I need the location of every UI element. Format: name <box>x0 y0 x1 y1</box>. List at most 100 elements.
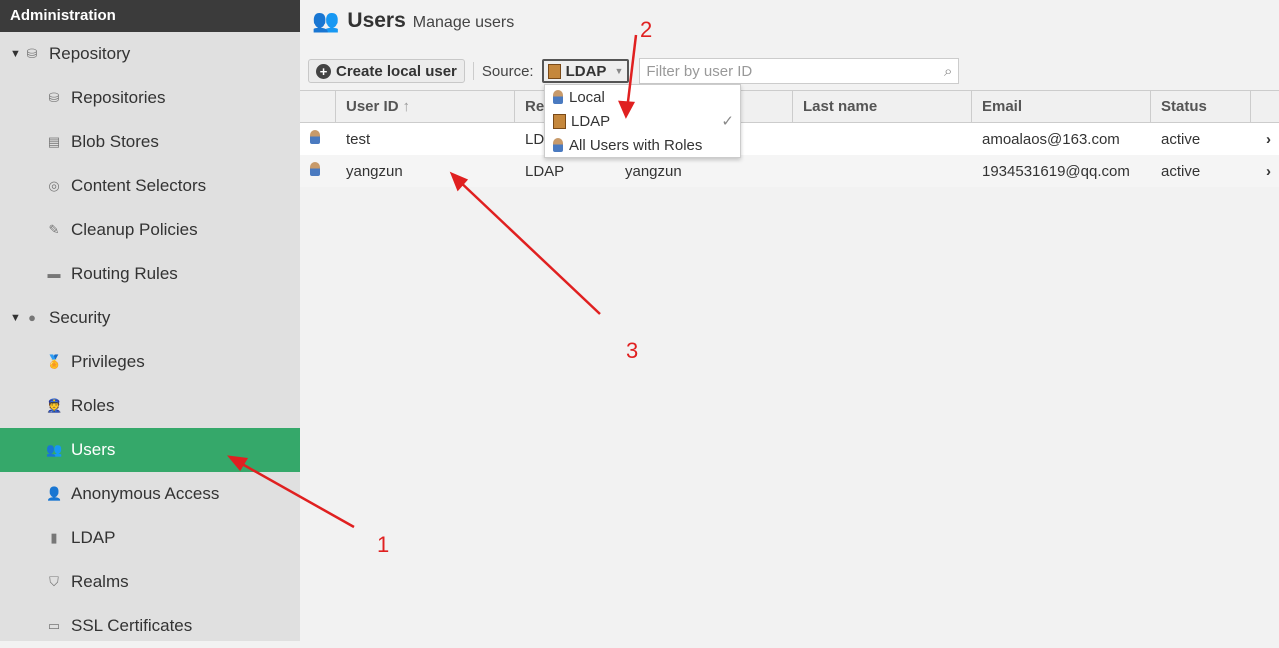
col-status[interactable]: Status <box>1151 91 1251 122</box>
address-book-icon <box>553 113 566 129</box>
security-cap-icon: ● <box>28 310 36 325</box>
sidebar-item-label: Repositories <box>71 88 166 107</box>
source-option-all-users[interactable]: All Users with Roles <box>545 133 740 157</box>
expand-triangle-icon[interactable]: ▼ <box>10 48 24 60</box>
person-icon: 👤 <box>46 486 63 501</box>
col-email[interactable]: Email <box>972 91 1151 122</box>
chevron-right-icon[interactable]: › <box>1251 131 1279 148</box>
toolbar: + Create local user Source: LDAP ▼ Filte… <box>308 58 960 84</box>
sidebar-item-privileges[interactable]: 🏅 Privileges <box>0 340 300 384</box>
source-label: Source: <box>481 62 534 80</box>
sidebar-item-label: Routing Rules <box>71 264 178 283</box>
sidebar-item-label: Roles <box>71 396 115 415</box>
sidebar-item-users[interactable]: 👥 Users <box>0 428 300 472</box>
cell-status: active <box>1161 162 1201 180</box>
main-panel: 👥 Users Manage users + Create local user… <box>300 0 1279 641</box>
sidebar-item-label: Privileges <box>71 352 145 371</box>
sidebar-item-label: SSL Certificates <box>71 616 193 635</box>
divider <box>472 62 474 80</box>
user-icon <box>553 138 563 152</box>
certificate-icon: ▭ <box>47 618 61 633</box>
col-label: User ID <box>346 98 399 115</box>
sidebar-item-cleanup-policies[interactable]: ✎ Cleanup Policies <box>0 208 300 252</box>
create-local-user-button[interactable]: + Create local user <box>308 59 465 83</box>
users-icon: 👥 <box>46 442 63 457</box>
expand-triangle-icon[interactable]: ▼ <box>10 312 24 324</box>
cell-first-name: yangzun <box>625 162 682 180</box>
sidebar-item-label: Content Selectors <box>71 176 207 195</box>
users-icon: 👥 <box>312 8 340 33</box>
database-icon: ⛁ <box>48 90 60 105</box>
annotation-1: 1 <box>377 532 390 557</box>
source-dropdown-menu: Local LDAP ✓ All Users with Roles <box>544 84 741 158</box>
address-book-icon: ▮ <box>50 530 58 545</box>
source-option-local[interactable]: Local <box>545 85 740 109</box>
sidebar-item-content-selectors[interactable]: ◎ Content Selectors <box>0 164 300 208</box>
sidebar-item-blob-stores[interactable]: ▤ Blob Stores <box>0 120 300 164</box>
sidebar-item-security[interactable]: ▼ ● Security <box>0 296 300 340</box>
check-icon: ✓ <box>721 113 734 130</box>
sidebar-item-label: Anonymous Access <box>71 484 220 503</box>
option-label: All Users with Roles <box>569 136 703 154</box>
user-icon-cell <box>300 162 336 180</box>
sidebar-item-anonymous-access[interactable]: 👤 Anonymous Access <box>0 472 300 516</box>
sidebar-item-label: Security <box>49 308 111 327</box>
medal-icon: 🏅 <box>46 354 63 369</box>
option-label: Local <box>569 88 605 106</box>
table-row[interactable]: yangzun LDAP yangzun 1934531619@qq.com a… <box>300 155 1279 187</box>
sidebar-item-label: Cleanup Policies <box>71 220 198 239</box>
sidebar: Administration ▼ ⛁ Repository ⛁ Repositories… <box>0 0 300 641</box>
option-label: LDAP <box>571 112 611 130</box>
create-label: Create local user <box>336 62 457 80</box>
sidebar-header: Administration <box>0 0 300 32</box>
annotation-2: 2 <box>640 17 653 42</box>
broom-icon: ✎ <box>48 222 60 237</box>
plus-circle-icon: + <box>316 63 331 79</box>
users-table: User ID↑ Realm Last name Email Status te… <box>300 90 1279 187</box>
chevron-right-icon[interactable]: › <box>1251 163 1279 180</box>
page-title: 👥 Users Manage users <box>312 8 514 34</box>
cell-user-id: test <box>346 130 371 148</box>
table-row[interactable]: test LDAP amoalaos@163.com active › <box>300 123 1279 155</box>
filter-placeholder: Filter by user ID <box>646 62 753 80</box>
col-user-id[interactable]: User ID ↑ <box>336 91 515 122</box>
source-select[interactable]: LDAP ▼ <box>541 59 630 83</box>
sidebar-item-roles[interactable]: 👮 Roles <box>0 384 300 428</box>
selector-icon: ◎ <box>48 178 60 193</box>
col-last-name[interactable]: Last name <box>793 91 972 122</box>
router-icon: ▬ <box>47 266 61 281</box>
chevron-down-icon: ▼ <box>614 66 624 76</box>
user-icon <box>310 162 320 176</box>
user-icon <box>310 130 320 144</box>
col-action <box>1251 91 1279 122</box>
user-icon <box>553 90 563 104</box>
officer-icon: 👮 <box>46 398 63 413</box>
filter-input[interactable]: Filter by user ID ⌕ <box>639 58 960 84</box>
sidebar-item-repositories[interactable]: ⛁ Repositories <box>0 76 300 120</box>
table-header: User ID↑ Realm Last name Email Status <box>300 90 1279 123</box>
col-icon <box>300 91 336 122</box>
sidebar-item-ldap[interactable]: ▮ LDAP <box>0 516 300 560</box>
sidebar-item-label: Blob Stores <box>71 132 159 151</box>
cell-realm: LDAP <box>525 162 565 180</box>
sidebar-item-label: Repository <box>49 44 131 63</box>
sidebar-item-ssl-certificates[interactable]: ▭ SSL Certificates <box>0 604 300 648</box>
sidebar-item-label: LDAP <box>71 528 116 547</box>
shield-icon: ⛉ <box>49 574 59 589</box>
search-icon: ⌕ <box>943 62 953 80</box>
source-option-ldap[interactable]: LDAP ✓ <box>545 109 740 133</box>
source-value: LDAP <box>565 62 607 80</box>
cell-email: amoalaos@163.com <box>982 130 1120 148</box>
sidebar-item-routing-rules[interactable]: ▬ Routing Rules <box>0 252 300 296</box>
user-icon-cell <box>300 130 336 148</box>
sidebar-item-repository[interactable]: ▼ ⛁ Repository <box>0 32 300 76</box>
title-text: Users <box>347 9 406 32</box>
cell-user-id: yangzun <box>346 162 403 180</box>
annotation-3: 3 <box>626 338 639 363</box>
cell-status: active <box>1161 130 1201 148</box>
address-book-icon <box>547 63 561 79</box>
sidebar-item-label: Users <box>71 440 116 459</box>
sidebar-item-label: Realms <box>71 572 129 591</box>
server-icon: ▤ <box>47 134 61 149</box>
sidebar-item-realms[interactable]: ⛉ Realms <box>0 560 300 604</box>
